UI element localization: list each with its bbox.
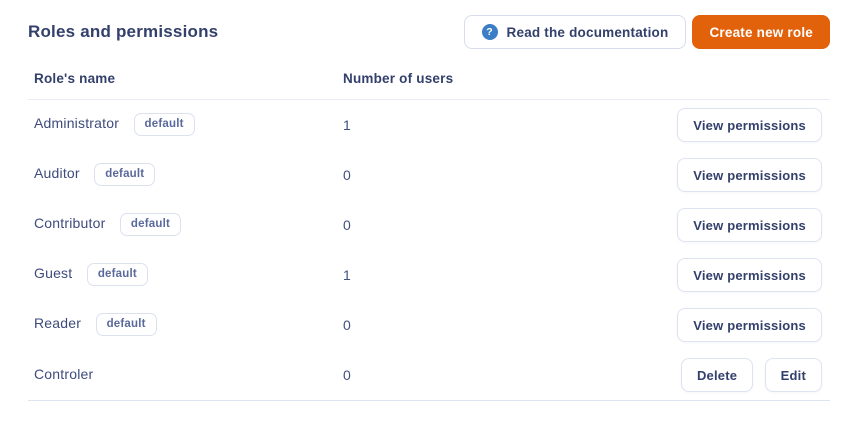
column-header-number-of-users: Number of users (337, 61, 567, 100)
default-badge: default (133, 112, 195, 136)
roles-table: Role's name Number of users Administrato… (28, 61, 830, 401)
read-documentation-label: Read the documentation (506, 24, 669, 40)
column-header-actions (567, 61, 830, 100)
view-permissions-button[interactable]: View permissions (677, 158, 822, 192)
role-name: Contributor (34, 214, 106, 231)
role-name: Administrator (34, 114, 120, 131)
role-name: Reader (34, 314, 82, 331)
delete-button[interactable]: Delete (680, 358, 754, 392)
view-permissions-button[interactable]: View permissions (677, 108, 822, 142)
user-count: 0 (343, 317, 351, 333)
default-badge: default (94, 162, 156, 186)
read-documentation-button[interactable]: ? Read the documentation (463, 15, 687, 49)
role-name: Auditor (34, 164, 80, 181)
roles-permissions-page: Roles and permissions ? Read the documen… (0, 0, 864, 401)
header-actions: ? Read the documentation Create new role (463, 15, 830, 49)
view-permissions-button[interactable]: View permissions (677, 308, 822, 342)
edit-button[interactable]: Edit (764, 358, 822, 392)
create-new-role-button[interactable]: Create new role (692, 15, 830, 49)
view-permissions-button[interactable]: View permissions (677, 208, 822, 242)
page-title: Roles and permissions (28, 22, 219, 41)
table-row-guest: Guest default 1 View permissions (28, 250, 830, 300)
column-header-role-name: Role's name (28, 61, 337, 100)
user-count: 0 (343, 217, 351, 233)
table-row-contributor: Contributor default 0 View permissions (28, 200, 830, 250)
default-badge: default (86, 262, 148, 286)
user-count: 0 (337, 350, 567, 401)
role-name: Guest (34, 264, 73, 281)
view-permissions-button[interactable]: View permissions (677, 258, 822, 292)
table-row-administrator: Administrator default 1 View permissions (28, 100, 830, 151)
default-badge: default (119, 212, 182, 236)
default-badge: default (95, 312, 157, 336)
user-count: 0 (343, 167, 351, 183)
table-header-row: Role's name Number of users (28, 61, 830, 100)
table-row-reader: Reader default 0 View permissions (28, 300, 830, 350)
help-question-icon: ? (481, 24, 498, 40)
table-row-auditor: Auditor default 0 View permissions (28, 150, 830, 200)
table-row-controler: Controler 0 Delete Edit (28, 350, 830, 401)
user-count: 1 (343, 117, 351, 133)
user-count: 1 (343, 267, 351, 283)
page-header: Roles and permissions ? Read the documen… (28, 15, 830, 49)
role-name: Controler (34, 366, 94, 382)
